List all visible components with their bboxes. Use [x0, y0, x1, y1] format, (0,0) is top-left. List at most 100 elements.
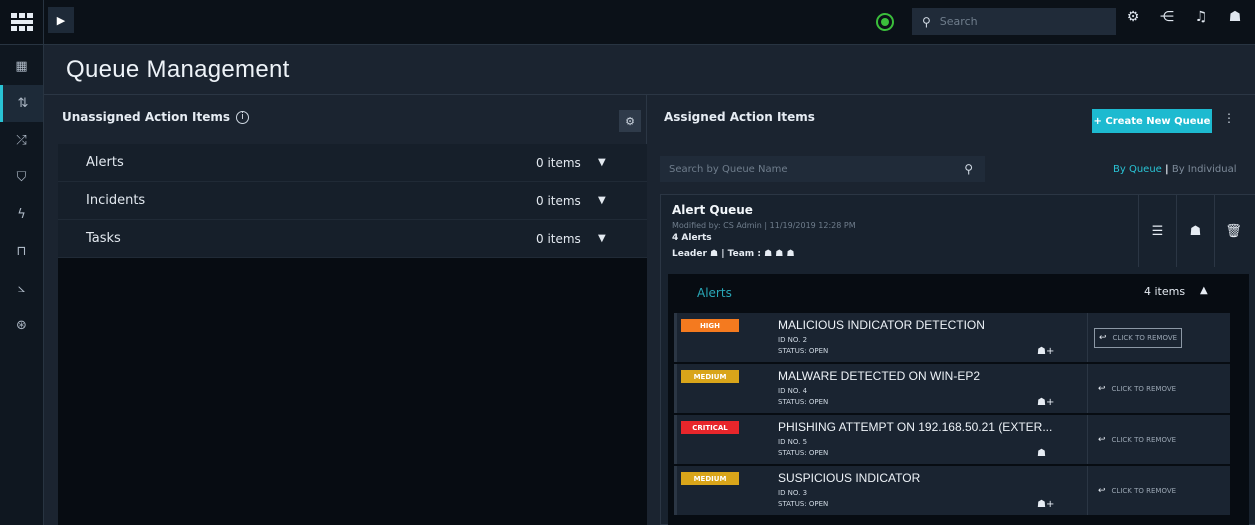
alert-row[interactable]: MEDIUM SUSPICIOUS INDICATOR ID NO. 3 STA…: [674, 466, 1230, 515]
leader-user-icon: ☗: [710, 249, 719, 259]
alert-status: STATUS: OPEN: [778, 449, 829, 457]
accordion-row-tasks[interactable]: Tasks 0 items ▼: [58, 220, 647, 258]
accordion-count: 0 items: [536, 231, 581, 246]
unassigned-title: Unassigned Action Items: [62, 110, 231, 124]
chevron-down-icon[interactable]: ▼: [598, 233, 606, 244]
lightning-icon[interactable]: ϟ: [0, 196, 43, 233]
accordion-row-alerts[interactable]: Alerts 0 items ▼: [58, 144, 647, 182]
remove-label: CLICK TO REMOVE: [1111, 486, 1177, 495]
alert-id: ID NO. 4: [778, 387, 808, 395]
chevron-up-icon[interactable]: ▲: [1200, 285, 1208, 296]
user-icon[interactable]: ☗: [1225, 9, 1245, 25]
remove-alert-button[interactable]: ↩ CLICK TO REMOVE: [1087, 313, 1233, 362]
status-online-icon: [876, 13, 894, 31]
team-user-icon: ☗ ☗ ☗: [764, 249, 795, 259]
remove-label: CLICK TO REMOVE: [1112, 333, 1178, 342]
user-icon[interactable]: ☗: [1037, 448, 1046, 459]
severity-badge: CRITICAL: [681, 421, 739, 434]
info-icon[interactable]: i: [236, 110, 250, 124]
alerts-section-label: Alerts: [697, 286, 732, 300]
add-user-icon[interactable]: ☗+: [1037, 499, 1054, 510]
assigned-title: Assigned Action Items: [664, 110, 815, 124]
search-icon: ⚲: [964, 162, 973, 176]
severity-badge: MEDIUM: [681, 472, 739, 485]
remove-alert-button[interactable]: ↩ CLICK TO REMOVE: [1087, 415, 1233, 464]
global-search-input[interactable]: ⚲ Search: [912, 8, 1116, 35]
remove-label: CLICK TO REMOVE: [1111, 384, 1177, 393]
edit-queue-icon[interactable]: ☰: [1138, 195, 1176, 267]
chevron-down-icon[interactable]: ▼: [598, 195, 606, 206]
create-new-queue-button[interactable]: + Create New Queue: [1092, 109, 1212, 133]
top-icons: ⚙ ⋲ ♫ ☗: [1123, 9, 1245, 25]
alert-title[interactable]: PHISHING ATTEMPT ON 192.168.50.21 (EXTER…: [778, 420, 1052, 434]
add-user-icon[interactable]: ☗+: [1037, 397, 1054, 408]
queue-alerts-section: Alerts 4 items ▲ HIGH MALICIOUS INDICATO…: [668, 274, 1249, 525]
accordion-count: 0 items: [536, 155, 581, 170]
trash-icon[interactable]: 🗑︎: [1214, 195, 1252, 267]
search-placeholder: Search: [939, 15, 978, 28]
top-bar: ▶ ⚲ Search ⚙ ⋲ ♫ ☗: [44, 0, 1255, 45]
accordion-label: Incidents: [86, 193, 146, 208]
team-members-icon[interactable]: ☗: [1176, 195, 1214, 267]
undo-arrow-icon: ↩: [1099, 332, 1107, 343]
undo-arrow-icon: ↩: [1098, 383, 1106, 394]
queue-team: Leader ☗ | Team : ☗ ☗ ☗: [672, 249, 795, 259]
alert-title[interactable]: MALICIOUS INDICATOR DETECTION: [778, 318, 985, 332]
alert-row[interactable]: HIGH MALICIOUS INDICATOR DETECTION ID NO…: [674, 313, 1230, 362]
alert-status: STATUS: OPEN: [778, 398, 829, 406]
search-icon: ⚲: [922, 14, 931, 29]
alerts-section-count: 4 items: [1144, 285, 1186, 298]
severity-badge: HIGH: [681, 319, 739, 332]
dashboard-icon[interactable]: ▦: [0, 48, 43, 85]
remove-alert-button[interactable]: ↩ CLICK TO REMOVE: [1087, 466, 1233, 515]
queue-management-icon[interactable]: ⇅: [0, 85, 43, 122]
alert-title[interactable]: MALWARE DETECTED ON WIN-EP2: [778, 369, 980, 383]
page-title: Queue Management: [66, 56, 290, 83]
gear-icon[interactable]: ⚙: [1123, 9, 1143, 25]
chevron-down-icon[interactable]: ▼: [598, 157, 606, 168]
unassigned-header: Unassigned Action Items i: [62, 110, 250, 124]
fortinet-logo-icon: [10, 13, 33, 31]
workflow-icon[interactable]: ⋲: [1157, 9, 1177, 25]
app-logo[interactable]: [0, 0, 43, 45]
queue-name: Alert Queue: [672, 203, 753, 217]
remove-label: CLICK TO REMOVE: [1111, 435, 1177, 444]
analytics-icon[interactable]: ⦣: [0, 270, 43, 307]
expand-sidebar-button[interactable]: ▶: [48, 7, 74, 33]
undo-arrow-icon: ↩: [1098, 434, 1106, 445]
unassigned-accordion: Alerts 0 items ▼ Incidents 0 items ▼ Tas…: [58, 144, 647, 525]
view-separator: |: [1165, 164, 1169, 175]
alert-status: STATUS: OPEN: [778, 500, 829, 508]
shield-icon[interactable]: ⛉: [0, 159, 43, 196]
unassigned-panel: Unassigned Action Items i ⚙ Alerts 0 ite…: [44, 95, 647, 525]
undo-arrow-icon: ↩: [1098, 485, 1106, 496]
queue-search-input[interactable]: Search by Queue Name ⚲: [660, 156, 985, 182]
remove-alert-button[interactable]: ↩ CLICK TO REMOVE: [1087, 364, 1233, 413]
queue-card: Alert Queue Modified by: CS Admin | 11/1…: [660, 194, 1255, 525]
unassigned-settings-button[interactable]: ⚙: [619, 110, 641, 132]
alert-title[interactable]: SUSPICIOUS INDICATOR: [778, 471, 920, 485]
caret-right-icon: ▶: [56, 13, 66, 27]
by-queue-link[interactable]: By Queue: [1113, 164, 1162, 175]
queue-alert-count: 4 Alerts: [672, 233, 712, 243]
nav-rail: ▦ ⇅ ⤮ ⛉ ϟ ⊓ ⦣ ⊛: [0, 0, 44, 525]
add-user-icon[interactable]: ☗+: [1037, 346, 1054, 357]
alert-id: ID NO. 3: [778, 489, 808, 497]
alert-id: ID NO. 5: [778, 438, 808, 446]
shuffle-icon[interactable]: ⤮: [0, 122, 43, 159]
alert-id: ID NO. 2: [778, 336, 808, 344]
queue-actions: ☰ ☗ 🗑︎: [1138, 195, 1255, 267]
gear-icon: ⚙: [625, 114, 635, 128]
severity-badge: MEDIUM: [681, 370, 739, 383]
alert-row[interactable]: MEDIUM MALWARE DETECTED ON WIN-EP2 ID NO…: [674, 364, 1230, 413]
briefcase-icon[interactable]: ⊓: [0, 233, 43, 270]
alert-row[interactable]: CRITICAL PHISHING ATTEMPT ON 192.168.50.…: [674, 415, 1230, 464]
accordion-row-incidents[interactable]: Incidents 0 items ▼: [58, 182, 647, 220]
bell-icon[interactable]: ♫: [1191, 9, 1211, 25]
by-individual-link[interactable]: By Individual: [1172, 164, 1237, 175]
settings-wheel-icon[interactable]: ⊛: [0, 307, 43, 344]
more-options-icon[interactable]: ⋮: [1223, 111, 1235, 125]
view-toggle: By Queue | By Individual: [1113, 164, 1237, 175]
leader-label: Leader: [672, 249, 707, 259]
team-label: | Team :: [721, 249, 761, 259]
